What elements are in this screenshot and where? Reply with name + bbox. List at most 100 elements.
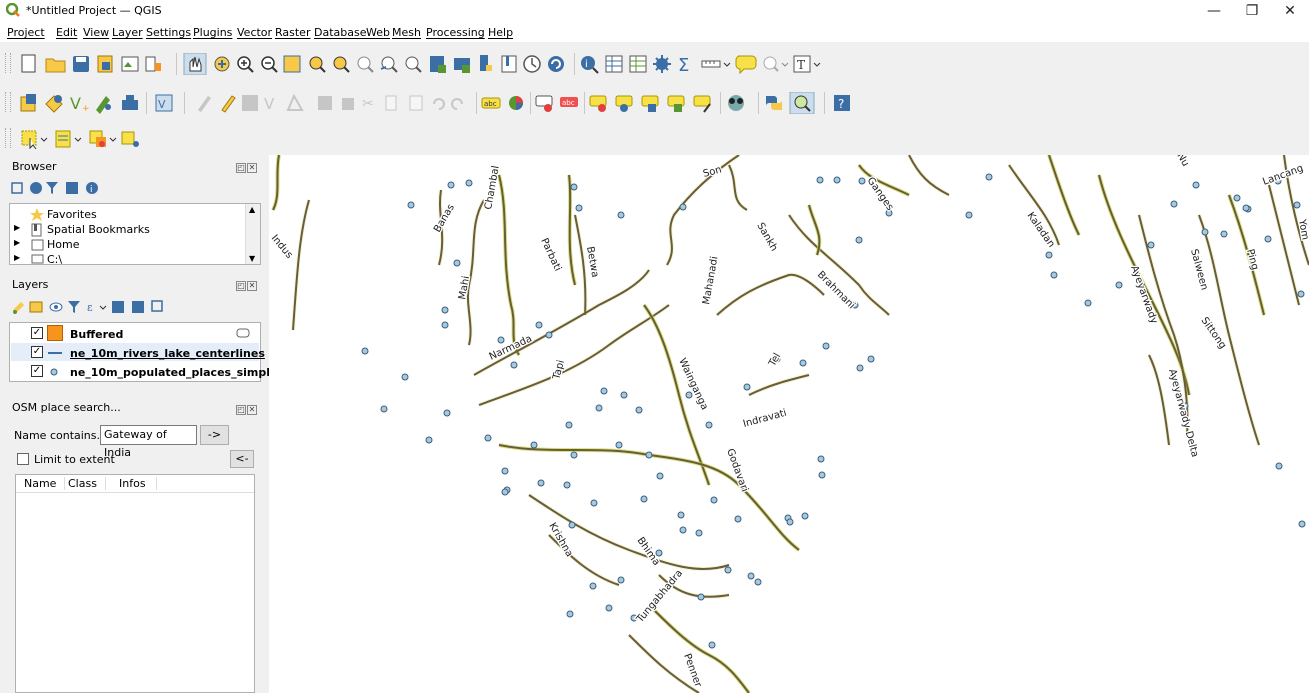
osm-panel-title: OSM place search... — [12, 401, 121, 414]
place-point — [818, 471, 826, 479]
column-header-infos[interactable]: Infos — [119, 477, 157, 490]
place-point — [535, 321, 543, 329]
svg-text:i: i — [90, 185, 93, 195]
results-table[interactable]: Name Class Infos — [15, 474, 255, 693]
close-icon[interactable]: ✕ — [247, 281, 257, 291]
close-icon[interactable]: ✕ — [247, 405, 257, 415]
browser-scrollbar[interactable]: ▲ ▼ — [245, 204, 260, 264]
map-canvas[interactable]: Indus Banas Chambal Parbati Betwa Son Ganges Ka… — [269, 155, 1309, 693]
menu-project[interactable]: Project — [7, 26, 45, 39]
place-point — [501, 488, 509, 496]
menu-mesh[interactable]: Mesh — [392, 26, 421, 39]
expand-arrow-icon[interactable]: ▶ — [14, 238, 20, 247]
close-icon[interactable]: ✕ — [247, 163, 257, 173]
place-point — [566, 610, 574, 618]
menu-raster[interactable]: Raster — [275, 26, 310, 39]
qgis-logo-icon — [6, 3, 20, 17]
browser-item-home[interactable]: Home — [47, 238, 79, 251]
river-line — [1008, 164, 1060, 246]
river-glow — [907, 155, 950, 197]
browser-tree: Favorites ▶ Spatial Bookmarks ▶ Home ▶ C… — [9, 203, 261, 265]
place-point — [1170, 200, 1178, 208]
filter-indicator-icon[interactable] — [236, 328, 250, 338]
highlight-pinned-labels-icon — [535, 95, 553, 112]
browser-item-spatial-bookmarks[interactable]: Spatial Bookmarks — [47, 223, 150, 236]
place-point — [617, 211, 625, 219]
place-point — [465, 179, 473, 187]
menu-processing[interactable]: Processing — [426, 26, 485, 39]
river-label: Mahanadi — [701, 256, 720, 306]
place-point — [361, 347, 369, 355]
layer-item-buffered[interactable]: Buffered — [70, 328, 123, 341]
menu-web[interactable]: Web — [366, 26, 390, 39]
column-header-class[interactable]: Class — [68, 477, 106, 490]
column-header-name[interactable]: Name — [24, 477, 66, 490]
menu-view[interactable]: View — [83, 26, 109, 39]
restore-button[interactable]: ❐ — [1233, 0, 1271, 22]
svg-text:T: T — [797, 58, 805, 72]
river-line — [908, 155, 950, 196]
close-button[interactable]: ✕ — [1271, 0, 1309, 22]
place-point — [570, 183, 578, 191]
new-shapefile-icon: V + — [70, 94, 90, 114]
expand-arrow-icon[interactable]: ▶ — [14, 253, 20, 262]
remove-layer-icon — [151, 300, 163, 312]
back-button[interactable]: <- — [230, 450, 254, 468]
save-as-icon — [97, 55, 113, 73]
place-point — [743, 383, 751, 391]
menu-database[interactable]: Database — [314, 26, 367, 39]
svg-text:i: i — [585, 59, 588, 70]
river-label: Godavari — [724, 447, 750, 493]
place-point — [1275, 462, 1283, 470]
paste-features-icon — [409, 95, 423, 111]
browser-item-c-drive[interactable]: C:\ — [47, 253, 62, 265]
minimize-button[interactable]: — — [1195, 0, 1233, 22]
float-icon[interactable]: ◰ — [236, 163, 246, 173]
layer-visibility-checkbox[interactable]: ✓ — [31, 327, 43, 339]
river-glow — [497, 174, 521, 357]
menu-help[interactable]: Help — [488, 26, 513, 39]
river-label: Sankh — [754, 221, 779, 253]
toolbar-grip[interactable] — [5, 92, 11, 112]
river-label: Banas — [432, 202, 457, 234]
place-point — [801, 512, 809, 520]
place-point — [734, 515, 742, 523]
cut-features-icon: ✂ — [362, 96, 374, 112]
layer-visibility-checkbox[interactable]: ✓ — [31, 365, 43, 377]
layer-item-rivers[interactable]: ne_10m_rivers_lake_centerlines — [70, 347, 265, 360]
statistics-icon: Σ — [678, 55, 689, 75]
deselect-features-icon — [89, 130, 106, 147]
place-point — [679, 203, 687, 211]
measure-icon — [701, 60, 731, 68]
place-point — [679, 526, 687, 534]
svg-text:✂: ✂ — [362, 96, 374, 112]
place-name-input[interactable]: Gateway of India — [100, 425, 197, 459]
place-point — [1115, 281, 1123, 289]
menu-bar: Project Edit View Layer Settings Plugins… — [0, 22, 1309, 42]
expand-arrow-icon[interactable]: ▶ — [14, 223, 20, 232]
place-point — [1298, 520, 1306, 528]
menu-layer[interactable]: Layer — [112, 26, 143, 39]
float-icon[interactable]: ◰ — [236, 405, 246, 415]
place-point — [615, 441, 623, 449]
menu-settings[interactable]: Settings — [146, 26, 191, 39]
browser-item-favorites[interactable]: Favorites — [47, 208, 97, 221]
float-icon[interactable]: ◰ — [236, 281, 246, 291]
menu-vector[interactable]: Vector — [237, 26, 272, 39]
layer-visibility-checkbox[interactable]: ✓ — [31, 346, 43, 358]
toolbar-row-2: V + V V ✂ abc abc ? — [0, 86, 1309, 118]
search-go-button[interactable]: -> — [200, 425, 229, 445]
menu-edit[interactable]: Edit — [56, 26, 77, 39]
place-point — [563, 481, 571, 489]
expand-all-icon — [112, 301, 124, 313]
open-styling-icon — [13, 302, 24, 314]
svg-text:V: V — [70, 94, 81, 113]
select-features-icon — [21, 130, 37, 150]
menu-plugins[interactable]: Plugins — [193, 26, 232, 39]
layer-item-populated-places[interactable]: ne_10m_populated_places_simple — [70, 366, 277, 379]
limit-to-extent-checkbox[interactable] — [17, 453, 29, 465]
manage-themes-icon — [49, 302, 63, 312]
toolbar-grip[interactable] — [5, 53, 11, 73]
toolbar-grip[interactable] — [5, 128, 11, 148]
place-point — [497, 336, 505, 344]
